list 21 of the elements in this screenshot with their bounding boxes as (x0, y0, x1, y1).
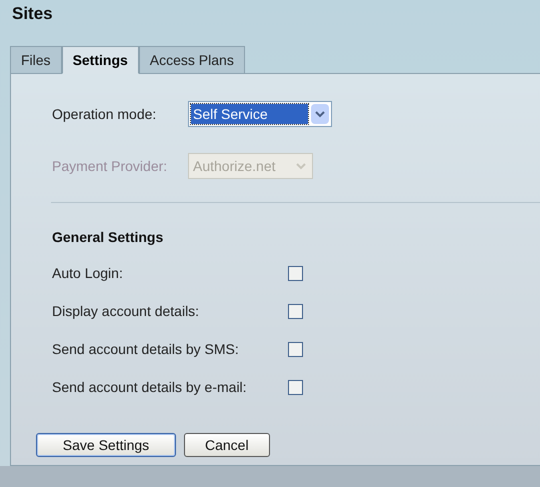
checkbox[interactable] (288, 342, 303, 357)
chevron-down-icon (311, 104, 329, 124)
dropdown-value: Self Service (191, 104, 308, 124)
option-label: Display account details: (52, 302, 200, 321)
section-heading: General Settings (51, 228, 164, 247)
option-label: Send account details by e-mail: (52, 378, 248, 397)
checkbox[interactable] (288, 266, 303, 281)
option-label: Auto Login: (52, 264, 124, 283)
option-label: Send account details by SMS: (52, 340, 240, 359)
form-button[interactable]: Save Settings (36, 433, 176, 457)
page-title: Sites (11, 3, 54, 25)
dropdown[interactable]: Self Service (188, 101, 332, 127)
checkbox[interactable] (288, 304, 303, 319)
field-label: Operation mode: (52, 104, 158, 124)
checkbox[interactable] (288, 380, 303, 395)
dropdown-value: Authorize.net (192, 156, 276, 176)
field-label: Payment Provider: (52, 156, 168, 176)
form-button[interactable]: Cancel (184, 433, 270, 457)
tab[interactable]: Settings (62, 46, 139, 74)
tab[interactable]: Files (10, 46, 62, 74)
tab[interactable]: Access Plans (138, 46, 245, 74)
